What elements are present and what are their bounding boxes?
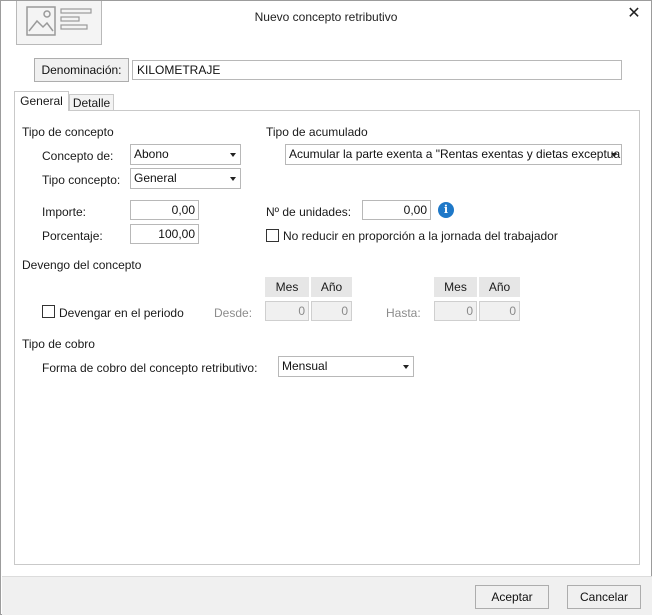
tipo-concepto-value: General xyxy=(134,171,177,185)
forma-cobro-select[interactable]: Mensual xyxy=(278,356,414,377)
tipo-concepto-label: Tipo concepto: xyxy=(42,173,121,187)
unidades-label: Nº de unidades: xyxy=(266,205,352,219)
unidades-value: 0,00 xyxy=(403,203,427,217)
devengo-heading: Devengo del concepto xyxy=(22,258,142,272)
devengar-label: Devengar en el periodo xyxy=(59,306,184,320)
desde-anio-field[interactable]: 0 xyxy=(311,301,352,321)
chevron-down-icon xyxy=(611,153,617,157)
close-icon[interactable]: ✕ xyxy=(625,5,643,23)
desde-mes-header: Mes xyxy=(265,277,309,297)
chevron-down-icon xyxy=(230,153,236,157)
forma-cobro-value: Mensual xyxy=(282,359,328,373)
tipo-acumulado-select[interactable]: Acumular la parte exenta a "Rentas exent… xyxy=(285,144,622,165)
tipo-cobro-heading: Tipo de cobro xyxy=(22,337,95,351)
importe-field[interactable]: 0,00 xyxy=(130,200,199,220)
desde-anio-value: 0 xyxy=(341,304,348,318)
chevron-down-icon xyxy=(403,365,409,369)
denominacion-button-label: Denominación: xyxy=(41,63,122,77)
importe-label: Importe: xyxy=(42,205,87,219)
window-title: Nuevo concepto retributivo xyxy=(254,10,398,24)
tipo-concepto-heading: Tipo de concepto xyxy=(22,125,114,139)
desde-mes-value: 0 xyxy=(298,304,305,318)
tipo-acumulado-value: Acumular la parte exenta a "Rentas exent… xyxy=(289,147,621,161)
concepto-de-label: Concepto de: xyxy=(42,149,114,163)
tab-detalle-label: Detalle xyxy=(72,96,111,110)
no-reducir-label: No reducir en proporción a la jornada de… xyxy=(283,229,558,243)
tab-general[interactable]: General xyxy=(14,91,69,111)
tipo-concepto-select[interactable]: General xyxy=(130,168,241,189)
hasta-label: Hasta: xyxy=(386,306,421,320)
importe-value: 0,00 xyxy=(171,203,195,217)
hasta-mes-header: Mes xyxy=(434,277,477,297)
cancelar-button[interactable]: Cancelar xyxy=(567,585,641,609)
porcentaje-value: 100,00 xyxy=(158,227,195,241)
aceptar-button[interactable]: Aceptar xyxy=(475,585,549,609)
info-icon[interactable]: i xyxy=(438,202,454,218)
dialog-window: Nuevo concepto retributivo ✕ Denominació… xyxy=(0,0,652,615)
desde-label: Desde: xyxy=(214,306,253,320)
denominacion-field[interactable]: KILOMETRAJE xyxy=(132,60,622,80)
denominacion-value: KILOMETRAJE xyxy=(137,63,221,77)
tab-detalle[interactable]: Detalle xyxy=(69,94,114,111)
concepto-de-value: Abono xyxy=(134,147,169,161)
tipo-acumulado-heading: Tipo de acumulado xyxy=(266,125,368,139)
hasta-mes-value: 0 xyxy=(466,304,473,318)
porcentaje-field[interactable]: 100,00 xyxy=(130,224,199,244)
hasta-anio-field[interactable]: 0 xyxy=(479,301,520,321)
hasta-mes-field[interactable]: 0 xyxy=(434,301,477,321)
no-reducir-checkbox[interactable] xyxy=(266,229,279,242)
hasta-anio-header: Año xyxy=(479,277,520,297)
dialog-footer xyxy=(2,576,652,615)
denominacion-button[interactable]: Denominación: xyxy=(34,58,129,82)
hasta-anio-value: 0 xyxy=(509,304,516,318)
desde-mes-field[interactable]: 0 xyxy=(265,301,309,321)
tab-general-label: General xyxy=(20,94,63,108)
desde-anio-header: Año xyxy=(311,277,352,297)
devengar-checkbox[interactable] xyxy=(42,305,55,318)
unidades-field[interactable]: 0,00 xyxy=(362,200,431,220)
aceptar-button-label: Aceptar xyxy=(491,590,533,604)
forma-cobro-label: Forma de cobro del concepto retributivo: xyxy=(42,361,258,375)
cancelar-button-label: Cancelar xyxy=(579,590,629,604)
concepto-de-select[interactable]: Abono xyxy=(130,144,241,165)
porcentaje-label: Porcentaje: xyxy=(42,229,103,243)
chevron-down-icon xyxy=(230,177,236,181)
